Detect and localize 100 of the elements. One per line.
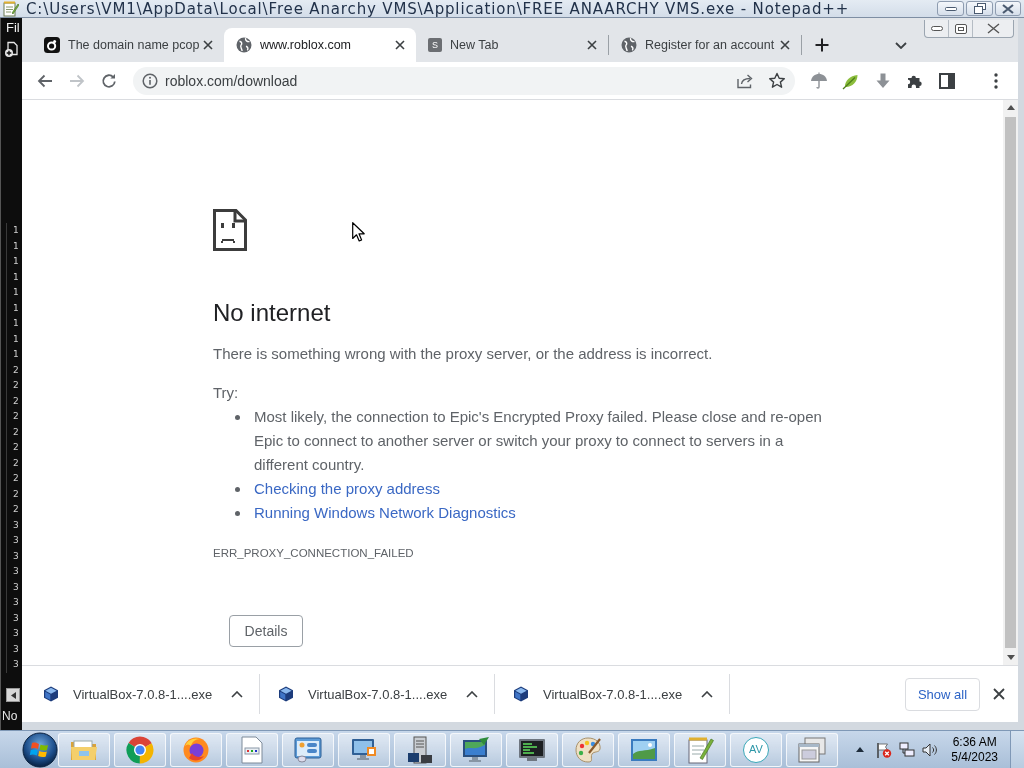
show-all-button[interactable]: Show all	[905, 677, 980, 711]
taskbar-button[interactable]	[338, 732, 390, 767]
cube-icon	[513, 686, 529, 702]
settings-window-icon	[294, 736, 322, 763]
restore-button[interactable]	[966, 1, 993, 16]
clock-time[interactable]: 6:36 AM	[952, 734, 997, 750]
help-link[interactable]: Running Windows Network Diagnostics	[254, 501, 516, 525]
suggestion-text: Most likely, the connection to Epic's Encrypted Proxy failed. Please close and re-open Epic to connect to another server or switch your proxy to connect to servers in a different country.	[254, 407, 823, 475]
down-triangle-icon	[1006, 655, 1015, 660]
browser-tab[interactable]: www.roblox.com	[224, 28, 416, 62]
flag-alert-icon[interactable]	[876, 741, 893, 758]
line-number: 3	[13, 611, 20, 625]
close-icon	[986, 23, 1000, 34]
line-number: 3	[13, 565, 20, 578]
browser-tab[interactable]: The domain name pcop	[32, 28, 224, 62]
notepad-pencil-icon	[3, 0, 19, 17]
help-link[interactable]: Checking the proxy address	[254, 477, 440, 501]
taskbar-button[interactable]	[506, 732, 558, 767]
monitor-icon	[350, 736, 378, 763]
side-panel-icon	[939, 72, 955, 89]
segmented-circle-icon	[126, 735, 154, 764]
terminal-icon	[518, 736, 546, 763]
status-text: No	[2, 708, 19, 724]
caret-up-icon	[466, 690, 478, 698]
swirl-globe-icon	[182, 735, 210, 764]
line-number: 3	[13, 642, 20, 656]
left-arrow-icon	[37, 73, 53, 88]
picture-icon	[630, 737, 658, 762]
up-triangle-icon	[1006, 105, 1015, 110]
line-number: 1	[13, 255, 20, 268]
line-number: 3	[13, 518, 20, 532]
line-number: 1	[13, 224, 20, 237]
line-number: 2	[13, 456, 20, 470]
flag-logo-icon	[22, 731, 58, 768]
line-number: 3	[13, 658, 20, 671]
network-icon[interactable]	[899, 741, 916, 758]
minimize-button[interactable]	[937, 1, 964, 16]
line-number: 2	[13, 363, 20, 377]
details-button[interactable]: Details	[229, 615, 303, 647]
reload-icon	[101, 72, 117, 89]
close-icon	[203, 40, 213, 50]
letter-favicon: S	[428, 38, 442, 52]
taskbar-button[interactable]	[394, 732, 446, 767]
right-arrow-icon	[69, 73, 85, 88]
caret-up-icon	[701, 690, 713, 698]
line-number: 1	[13, 301, 20, 315]
download-item[interactable]: VirtualBox-7.0.8-1....exe	[25, 674, 259, 714]
line-number: 1	[13, 239, 20, 253]
mouse-pointer-icon	[352, 222, 365, 242]
kebab-menu-icon	[994, 72, 998, 89]
line-number: 3	[13, 534, 20, 547]
line-number: 1	[13, 286, 20, 299]
cube-icon	[43, 686, 59, 702]
restore-icon	[954, 23, 967, 34]
line-number: 1	[13, 317, 20, 330]
down-arrow-icon	[876, 72, 890, 89]
address-field[interactable]: roblox.com/download	[133, 66, 795, 95]
close-button[interactable]	[995, 1, 1021, 16]
line-number: 2	[13, 503, 20, 516]
caret-up-icon	[231, 690, 243, 698]
monitor-landscape-icon	[462, 736, 490, 763]
line-number: 2	[13, 394, 20, 408]
bullet-icon	[235, 415, 240, 420]
browser-tab[interactable]: S New Tab	[416, 28, 608, 62]
scrollbar-thumb[interactable]	[1005, 117, 1016, 648]
minimize-icon	[944, 6, 957, 11]
try-label: Try:	[213, 383, 240, 403]
close-icon	[1002, 3, 1014, 14]
taskbar-button[interactable]: AV	[730, 732, 782, 767]
site-logo-icon	[44, 37, 60, 53]
clock-date[interactable]: 5/4/2023	[951, 749, 998, 765]
info-icon	[142, 72, 158, 89]
line-number: 2	[13, 410, 20, 423]
line-number: 2	[13, 379, 20, 392]
close-icon	[587, 40, 597, 50]
download-item[interactable]: VirtualBox-7.0.8-1....exe	[260, 674, 494, 714]
scroll-left-button[interactable]	[6, 688, 20, 702]
window-title: C:\Users\VM1\AppData\Local\Free Anarchy VMS\Application\FREE ANAARCHY VMS.exe - Notepad++	[26, 0, 850, 17]
line-number: 3	[13, 580, 20, 594]
line-number: 2	[13, 472, 20, 485]
taskbar-button[interactable]	[450, 732, 502, 767]
notepad-pencil-icon	[686, 735, 714, 764]
download-item[interactable]: VirtualBox-7.0.8-1....exe	[495, 674, 729, 714]
left-triangle-icon	[10, 691, 16, 699]
sad-page-icon	[213, 209, 247, 251]
app-logo: AV	[743, 736, 769, 763]
line-number: 2	[13, 441, 20, 454]
speaker-icon[interactable]	[922, 741, 939, 758]
browser-tab[interactable]: Register for an account	[609, 28, 801, 62]
menu-item[interactable]: Fil	[6, 20, 22, 36]
new-file-icon	[4, 41, 18, 58]
chevron-down-icon	[895, 41, 907, 49]
line-number: 2	[13, 487, 20, 501]
bullet-icon	[235, 511, 240, 516]
bullet-icon	[235, 487, 240, 492]
line-number: 2	[13, 425, 20, 439]
caret-up-icon[interactable]	[856, 747, 865, 752]
line-number: 3	[13, 627, 20, 640]
document-icon	[240, 735, 264, 764]
close-icon	[395, 40, 405, 50]
